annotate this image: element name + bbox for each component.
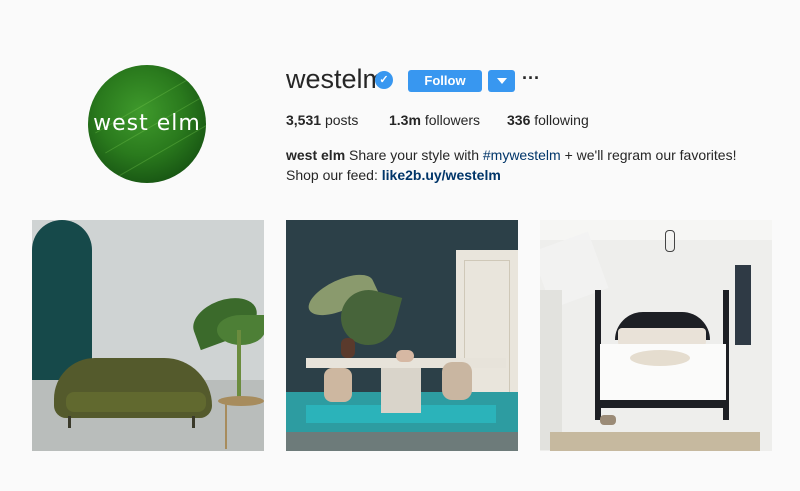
bio-hashtag-link[interactable]: #mywestelm: [483, 147, 561, 163]
following-label: following: [534, 112, 589, 128]
follow-button[interactable]: Follow: [408, 70, 482, 92]
posts-label: posts: [324, 112, 359, 128]
post-tile-dining[interactable]: [286, 220, 518, 451]
profile-bio: west elm Share your style with #mywestel…: [286, 145, 766, 185]
bio-website-link[interactable]: like2b.uy/westelm: [382, 167, 501, 183]
followers-stat[interactable]: 1.3m followers: [389, 112, 480, 128]
suggestions-dropdown-button[interactable]: [488, 70, 515, 92]
following-stat[interactable]: 336 following: [507, 112, 589, 128]
avatar-logo-text: west elm: [93, 111, 201, 136]
following-count: 336: [507, 112, 531, 128]
chevron-down-icon: [497, 78, 507, 84]
posts-count: 3,531: [286, 112, 322, 128]
followers-count: 1.3m: [389, 112, 421, 128]
bio-text-before: Share your style with: [349, 147, 479, 163]
verified-badge-icon: ✓: [375, 71, 393, 89]
followers-label: followers: [424, 112, 481, 128]
bio-name: west elm: [286, 147, 346, 163]
profile-username: westelm: [286, 64, 386, 94]
more-options-button[interactable]: ···: [522, 68, 540, 89]
posts-stat: 3,531 posts: [286, 112, 358, 128]
post-tile-bedroom[interactable]: [540, 220, 772, 451]
profile-avatar[interactable]: west elm: [88, 65, 206, 183]
post-tile-sofa[interactable]: [32, 220, 264, 451]
